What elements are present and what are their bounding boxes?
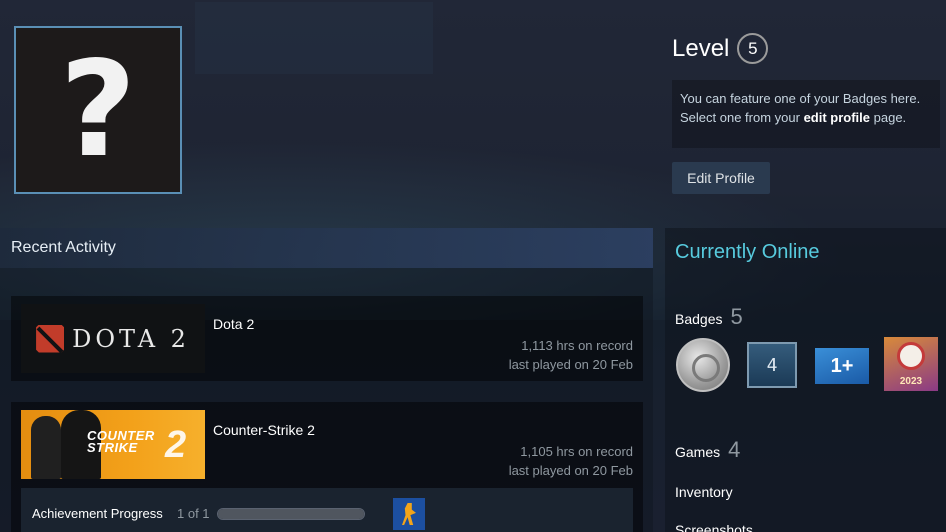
sidebar-item-screenshots[interactable]: Screenshots	[675, 522, 753, 532]
avatar-placeholder: ?	[59, 33, 137, 187]
steam-logo-icon	[897, 342, 925, 370]
games-label: Games	[675, 444, 721, 460]
cs-capsule-line2: STRIKE	[87, 440, 138, 455]
achievement-progress-fill	[218, 509, 364, 519]
game-card-dota2: DOTA 2 Dota 2 1,113 hrs on record last p…	[11, 296, 643, 381]
last-played: last played on 20 Feb	[508, 463, 633, 478]
badge-year: 2023	[899, 376, 923, 387]
last-played: last played on 20 Feb	[508, 357, 633, 372]
dota-capsule-text: DOTA 2	[72, 324, 190, 353]
dota-logo-icon	[36, 324, 65, 353]
cs-soldier-icon	[31, 416, 61, 479]
sidebar-item-inventory[interactable]: Inventory	[675, 484, 733, 500]
game-capsule-cs2[interactable]: COUNTER STRIKE 2	[21, 410, 205, 479]
game-stats: 1,105 hrs on record last played on 20 Fe…	[509, 442, 633, 480]
badges-count: 5	[730, 304, 743, 329]
level-4-badge-icon[interactable]: 4	[747, 342, 797, 388]
game-name[interactable]: Counter-Strike 2	[213, 422, 315, 438]
edit-profile-link[interactable]: edit profile	[804, 110, 870, 125]
hours-on-record: 1,105 hrs on record	[520, 444, 633, 459]
featured-badge-message: You can feature one of your Badges here.…	[672, 80, 940, 148]
badge-message-suffix: page.	[870, 110, 907, 125]
sidebar-item-badges[interactable]: Badges 5	[675, 304, 743, 330]
level-label: Level	[672, 34, 730, 62]
recent-activity-title: Recent Activity	[11, 239, 116, 256]
sidebar-item-games[interactable]: Games 4	[675, 437, 740, 463]
online-status: Currently Online	[675, 241, 820, 263]
achievement-icon[interactable]	[393, 498, 425, 530]
coin-badge-icon[interactable]	[676, 338, 730, 392]
game-card-cs2: COUNTER STRIKE 2 Counter-Strike 2 1,105 …	[11, 402, 643, 532]
achievement-progress-row[interactable]: Achievement Progress 1 of 1	[21, 488, 633, 532]
cs-capsule-number: 2	[165, 424, 187, 466]
achievement-progress-bar	[217, 508, 365, 520]
achievement-count: 1 of 1	[177, 506, 210, 521]
avatar[interactable]: ?	[14, 26, 182, 194]
profile-name-area	[195, 2, 433, 74]
level-badge[interactable]: 5	[737, 33, 769, 64]
edit-profile-button[interactable]: Edit Profile	[672, 162, 770, 194]
level-row: Level 5	[672, 33, 769, 64]
game-name[interactable]: Dota 2	[213, 316, 254, 332]
one-plus-badge-icon[interactable]: 1+	[815, 348, 869, 384]
games-count: 4	[728, 437, 741, 462]
game-stats: 1,113 hrs on record last played on 20 Fe…	[509, 336, 633, 374]
badges-label: Badges	[675, 311, 723, 327]
hours-on-record: 1,113 hrs on record	[521, 338, 633, 353]
steam-2023-badge-icon[interactable]: 2023	[884, 337, 938, 391]
achievement-progress-label: Achievement Progress	[32, 506, 163, 521]
recent-activity-header: Recent Activity	[0, 228, 653, 268]
cs-capsule-title: COUNTER STRIKE	[87, 429, 155, 455]
game-capsule-dota2[interactable]: DOTA 2	[21, 304, 205, 373]
